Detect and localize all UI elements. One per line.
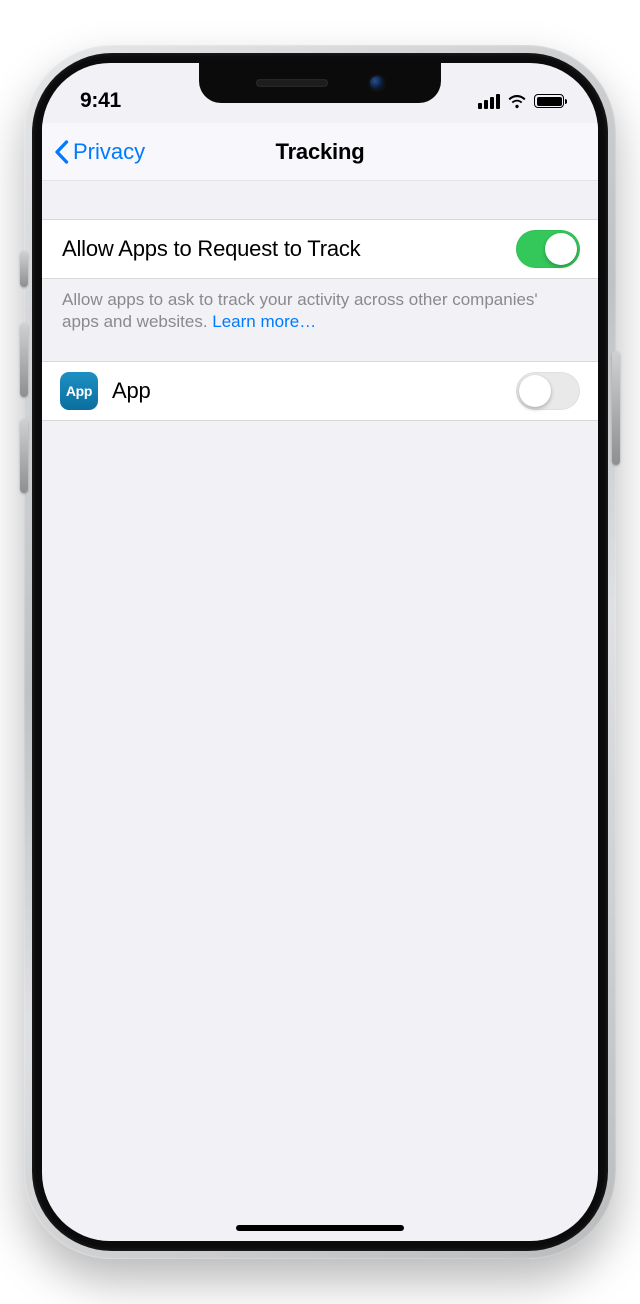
content: Allow Apps to Request to Track Allow app… [42,181,598,421]
allow-tracking-label: Allow Apps to Request to Track [62,236,361,262]
page-title: Tracking [276,139,365,165]
device-frame: 9:41 [0,0,640,1304]
battery-icon [534,94,564,108]
learn-more-link[interactable]: Learn more… [212,312,316,331]
chevron-left-icon [54,140,69,164]
screen: 9:41 [42,63,598,1241]
power-button [612,351,620,465]
back-label: Privacy [73,139,145,165]
home-indicator[interactable] [236,1225,404,1231]
phone-bezel: 9:41 [32,53,608,1251]
earpiece-speaker [256,79,328,87]
volume-down-button [20,419,28,493]
allow-tracking-footer: Allow apps to ask to track your activity… [42,279,598,361]
allow-tracking-row: Allow Apps to Request to Track [42,219,598,279]
cellular-icon [478,94,500,109]
app-icon: App [60,372,98,410]
app-name-label: App [112,378,502,404]
app-row: App App [42,361,598,421]
status-time: 9:41 [80,89,121,113]
volume-up-button [20,323,28,397]
allow-tracking-toggle[interactable] [516,230,580,268]
back-button[interactable]: Privacy [54,123,145,180]
phone-body: 9:41 [24,45,616,1259]
nav-bar: Privacy Tracking [42,123,598,181]
silence-switch [20,251,28,287]
apps-list: App App [42,361,598,421]
notch [199,63,441,103]
status-indicators [478,94,564,109]
front-camera [370,76,384,90]
wifi-icon [507,94,527,109]
app-tracking-toggle[interactable] [516,372,580,410]
